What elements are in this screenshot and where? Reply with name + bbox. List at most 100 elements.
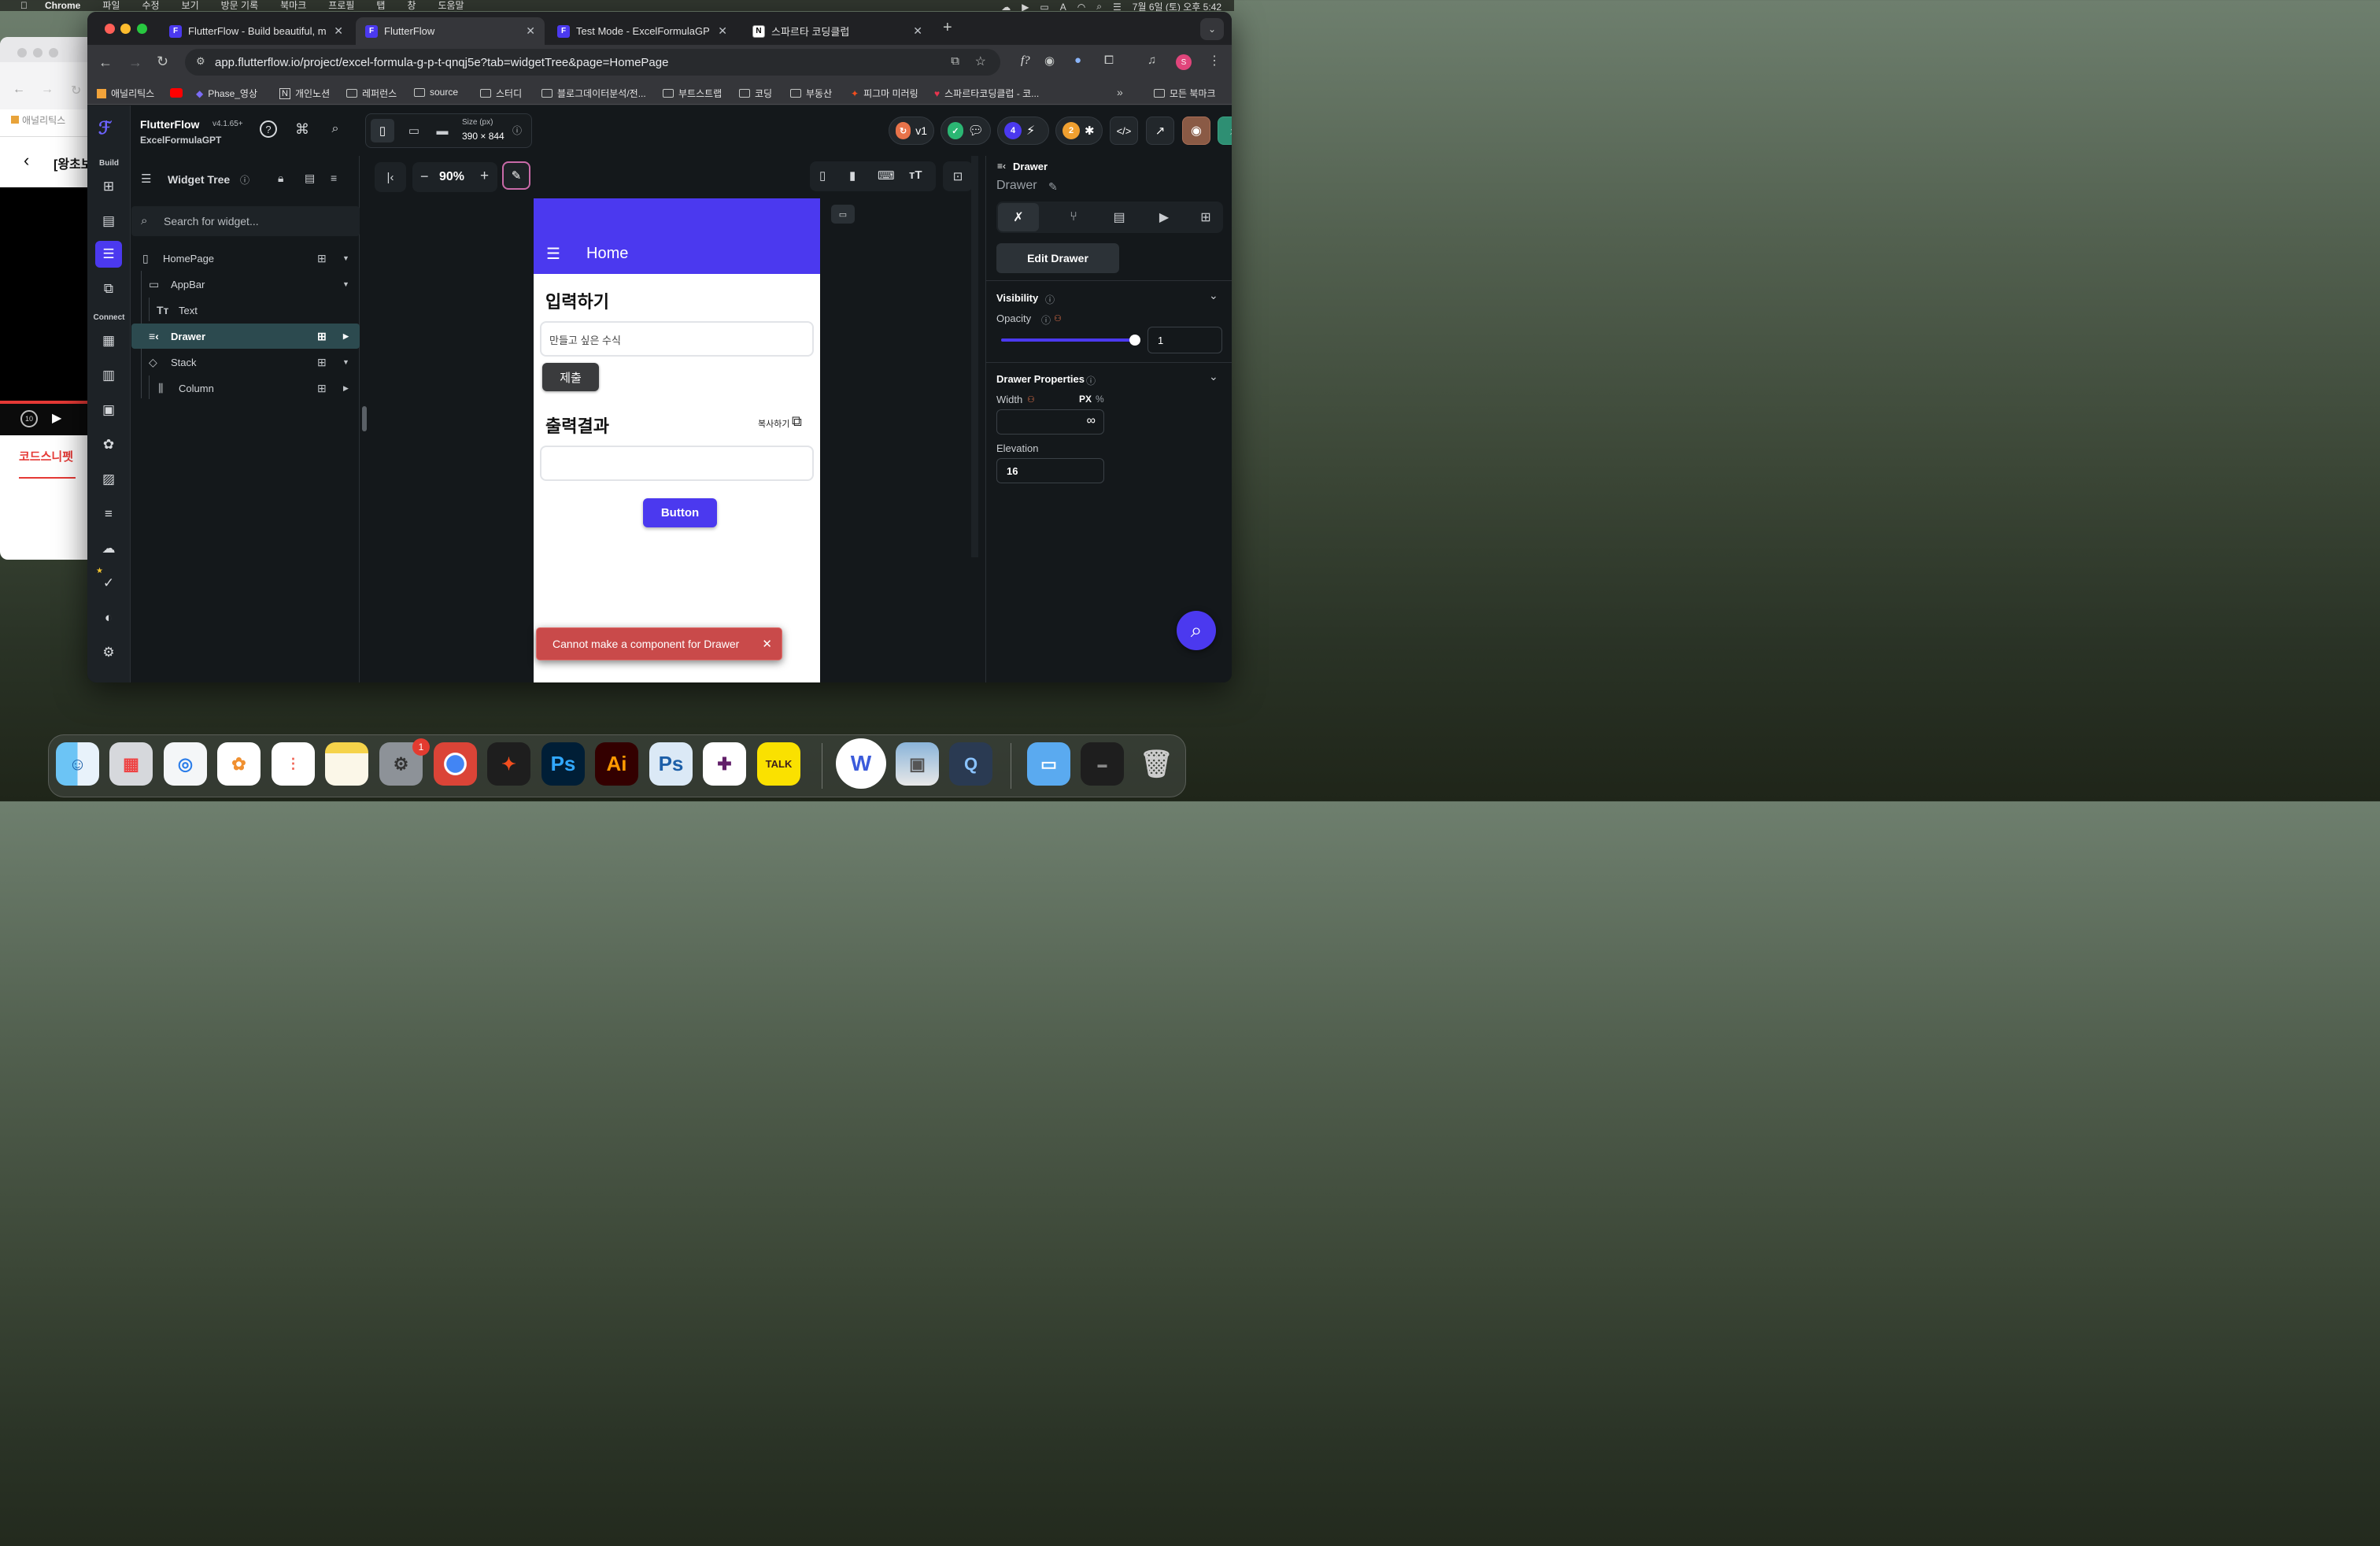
replay-10-icon[interactable]: 10	[20, 410, 38, 427]
tree-row-appbar[interactable]: ▭ AppBar ▼	[131, 272, 360, 297]
quicktime-icon[interactable]: Q	[949, 742, 992, 786]
widget-tree-icon[interactable]: ☰	[95, 241, 122, 268]
expand-arrow-icon[interactable]: ▶	[343, 332, 349, 341]
info-icon[interactable]: ⓘ	[1045, 293, 1055, 306]
add-child-icon[interactable]: ⊞	[317, 252, 327, 265]
output-field[interactable]	[540, 446, 814, 481]
keyboard-icon[interactable]: ⌨	[878, 168, 895, 183]
menu-edit[interactable]: 수정	[142, 0, 159, 11]
preview-eye-icon[interactable]: ◉	[1182, 117, 1210, 145]
menu-profile[interactable]: 프로필	[328, 0, 354, 11]
dropdown-arrow-icon[interactable]: ▼	[342, 254, 349, 262]
extension-circle-icon[interactable]: ●	[1074, 54, 1081, 67]
visibility-section[interactable]: Visibility	[996, 292, 1038, 304]
command-palette-icon[interactable]: ⌘	[291, 118, 313, 140]
bookmark-figma-mirror[interactable]: ✦ 피그마 미러링	[851, 87, 918, 100]
copy-label[interactable]: 복사하기	[758, 417, 789, 430]
tag-icon[interactable]: ▭	[831, 205, 855, 224]
menu-file[interactable]: 파일	[102, 0, 120, 11]
window-close-control[interactable]	[17, 48, 27, 57]
unit-percent-toggle[interactable]: %	[1096, 394, 1104, 405]
reload-button-icon[interactable]: ↻	[157, 54, 168, 70]
bounding-box-icon[interactable]: ⊡	[943, 161, 973, 191]
wifi-icon[interactable]: ◠	[1077, 2, 1085, 12]
tab-flutterflow[interactable]: F FlutterFlow ✕	[356, 17, 545, 45]
tab-test-mode[interactable]: F Test Mode - ExcelFormulaGPT ✕	[548, 17, 737, 45]
collapse-panel-icon[interactable]: |‹	[375, 162, 406, 192]
open-external-icon[interactable]: ↗	[1146, 117, 1174, 145]
sort-options-icon[interactable]: ≡	[331, 172, 337, 184]
bookmark-coding[interactable]: 코딩	[739, 87, 772, 100]
add-child-icon[interactable]: ⊞	[317, 330, 327, 343]
animations-tab-icon[interactable]: ▶	[1144, 203, 1184, 231]
app-bar[interactable]: ☰ Home	[534, 198, 820, 274]
settings-gear-icon[interactable]: ⚙	[95, 639, 122, 666]
info-icon[interactable]: ⓘ	[240, 173, 249, 187]
menu-view[interactable]: 보기	[182, 0, 199, 11]
battery-icon[interactable]: ▭	[1040, 2, 1048, 12]
theme-icon[interactable]: ◐	[95, 605, 122, 631]
run-mode-button[interactable]: ⚡︎⌄	[1218, 117, 1232, 145]
mobile-device-icon[interactable]: ▯	[371, 119, 394, 142]
bookmark-phase-video[interactable]: ◆ Phase_영상	[196, 87, 257, 100]
phone-preview[interactable]: ☰ Home 입력하기 만들고 싶은 수식 제출 출력결과 복사하기 ⧉ But…	[534, 198, 820, 682]
size-value[interactable]: 390 × 844	[462, 131, 504, 142]
menubar-app-name[interactable]: Chrome	[45, 0, 80, 11]
add-widget-icon[interactable]: ⊞	[95, 173, 122, 200]
dropdown-arrow-icon[interactable]: ▼	[342, 280, 349, 288]
desktop-device-icon[interactable]: ▬	[431, 119, 454, 142]
opacity-input[interactable]: 1	[1148, 327, 1222, 353]
launchpad-icon[interactable]: ▦	[109, 742, 153, 786]
bookmark-study[interactable]: 스터디	[480, 87, 522, 100]
new-tab-button[interactable]: +	[943, 19, 952, 37]
profile-avatar[interactable]: S	[1176, 54, 1192, 70]
chevron-down-icon[interactable]: ⌄	[1209, 289, 1218, 302]
spotlight-icon[interactable]: ⌕	[1096, 1, 1102, 11]
reminders-icon[interactable]: ⋮	[272, 742, 315, 786]
terminal-window-icon[interactable]: ▬	[1081, 742, 1124, 786]
w-app-icon[interactable]: W	[836, 738, 886, 789]
figma-icon[interactable]: ✦	[487, 742, 530, 786]
forward-arrow-icon[interactable]: →	[41, 83, 54, 97]
play-status-icon[interactable]: ▶	[1022, 2, 1029, 12]
search-fab-icon[interactable]: ⌕	[1177, 611, 1216, 650]
close-icon[interactable]: ✕	[718, 24, 727, 38]
hamburger-menu-icon[interactable]: ☰	[546, 244, 560, 264]
info-icon[interactable]: ⓘ	[1086, 374, 1096, 387]
window-maximize-button[interactable]	[137, 24, 147, 34]
kakaotalk-icon[interactable]: TALK	[757, 742, 800, 786]
issues-pill[interactable]: 4 ⚡︎	[997, 117, 1049, 145]
code-view-icon[interactable]: </>	[1110, 117, 1138, 145]
phone-frame-icon[interactable]: ▯	[819, 168, 826, 183]
canvas-scrollbar[interactable]	[971, 156, 978, 557]
slack-icon[interactable]: ✚	[703, 742, 746, 786]
info-icon[interactable]: ⓘ	[1041, 313, 1051, 327]
version-pill[interactable]: ↻ v1	[889, 117, 934, 145]
tab-sparta[interactable]: N 스파르타 코딩클럽 ✕	[743, 17, 932, 45]
tab-flutterflow-build[interactable]: F FlutterFlow - Build beautiful, m ✕	[160, 17, 353, 45]
bookmark-reference[interactable]: 레퍼런스	[346, 87, 397, 100]
search-icon[interactable]: ⌕	[324, 118, 346, 140]
notes-icon[interactable]	[325, 742, 368, 786]
bookmark-blog-data[interactable]: 블로그데이터분석/전...	[541, 87, 646, 100]
window-zoom-control[interactable]	[49, 48, 58, 57]
close-icon[interactable]: ✕	[526, 24, 535, 38]
chrome-icon[interactable]	[434, 742, 477, 786]
opacity-slider[interactable]	[1001, 335, 1140, 346]
back-chevron-icon[interactable]: ‹	[24, 150, 29, 171]
expand-arrow-icon[interactable]: ▶	[343, 384, 349, 393]
submit-button[interactable]: 제출	[542, 363, 599, 391]
creative-cloud-icon[interactable]: ☁	[1001, 2, 1011, 12]
info-icon[interactable]: ⓘ	[512, 124, 522, 137]
magic-select-icon[interactable]: ✎	[502, 161, 530, 190]
unit-px-toggle[interactable]: PX	[1079, 394, 1092, 405]
photoshop-express-icon[interactable]: Ps	[649, 742, 693, 786]
cloud-functions-icon[interactable]: ☁	[95, 535, 122, 562]
zoom-out-button[interactable]: −	[420, 168, 429, 185]
input-source-indicator[interactable]: A	[1060, 2, 1066, 12]
close-icon[interactable]: ✕	[913, 24, 922, 38]
custom-code-icon[interactable]: ≡	[95, 501, 122, 527]
tree-row-text[interactable]: Tт Text	[131, 298, 360, 323]
extensions-puzzle-icon[interactable]: ⧠	[1104, 54, 1114, 67]
backend-query-tab-icon[interactable]: ▤	[1099, 203, 1140, 231]
